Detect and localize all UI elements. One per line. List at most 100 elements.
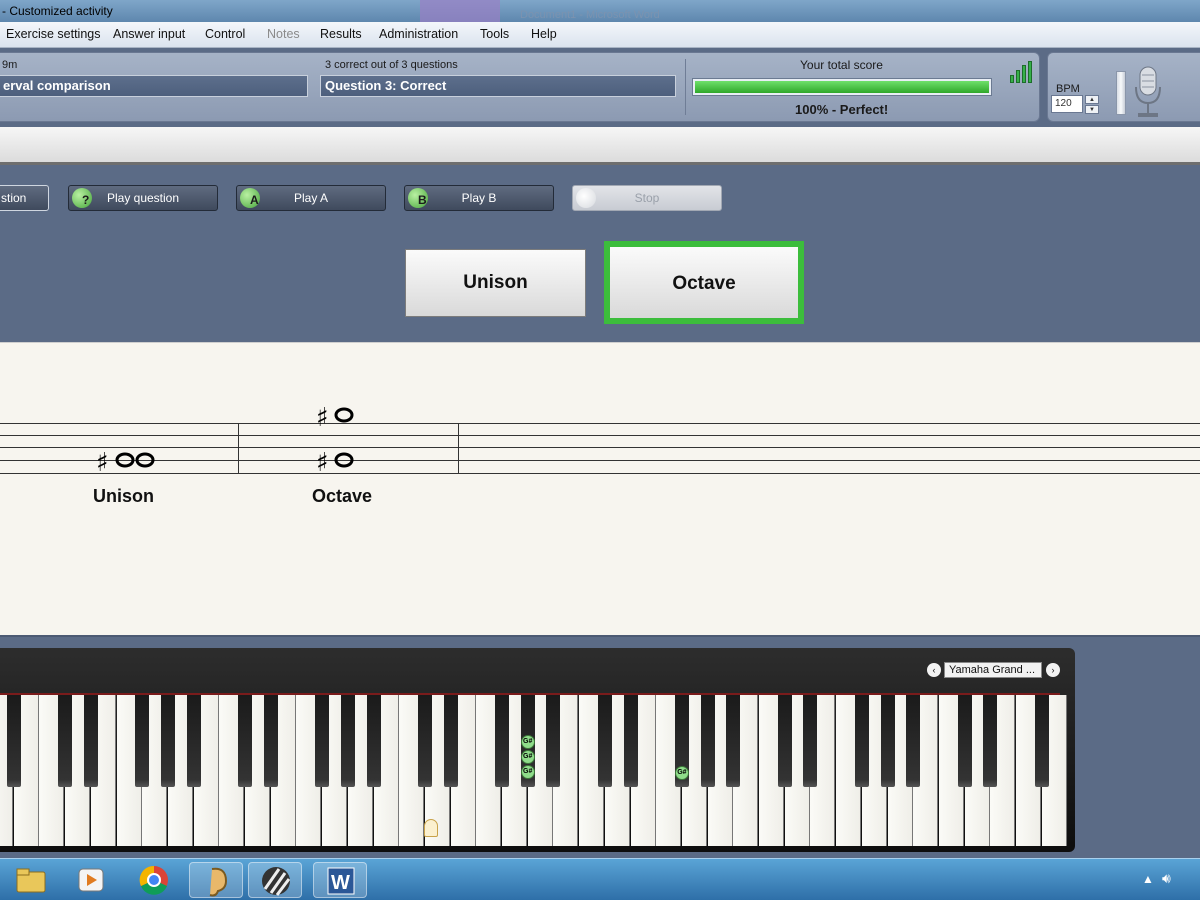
black-key[interactable]	[957, 695, 972, 787]
explorer-taskbar-icon[interactable]	[3, 862, 57, 898]
black-key[interactable]	[83, 695, 98, 787]
menu-exercise-settings[interactable]: Exercise settings	[6, 27, 100, 41]
black-key[interactable]	[417, 695, 432, 787]
signal-bars-icon	[1010, 61, 1034, 83]
prev-instrument-icon[interactable]: ‹	[927, 663, 941, 677]
background-window-tab	[420, 0, 500, 22]
menu-notes[interactable]: Notes	[267, 27, 300, 41]
stripes-app-taskbar-icon[interactable]	[248, 862, 302, 898]
highlighted-key-marker: G#	[520, 750, 535, 764]
highlighted-key-marker: G#	[674, 766, 689, 780]
black-key[interactable]	[726, 695, 741, 787]
black-key[interactable]	[623, 695, 638, 787]
black-key[interactable]	[803, 695, 818, 787]
svg-text:♯: ♯	[316, 448, 329, 478]
chrome-taskbar-icon[interactable]	[127, 862, 181, 898]
word-taskbar-icon[interactable]: W	[313, 862, 367, 898]
black-key[interactable]	[495, 695, 509, 787]
sharp-sign: ♯	[316, 448, 329, 478]
notation-area: ♯ ♯ ♯ Unison Octave	[0, 342, 1200, 637]
menu-administration[interactable]: Administration	[379, 27, 458, 41]
black-key[interactable]	[340, 695, 355, 787]
next-instrument-icon[interactable]: ›	[1046, 663, 1060, 677]
toolbar-strip	[0, 127, 1200, 165]
exercise-name-field: erval comparison	[0, 75, 308, 97]
black-key[interactable]	[546, 695, 561, 787]
instrument-select[interactable]: Yamaha Grand ...	[944, 662, 1042, 678]
black-key[interactable]	[315, 695, 330, 787]
black-key[interactable]	[135, 695, 150, 787]
window-title: - Customized activity	[2, 4, 113, 18]
black-key[interactable]	[443, 695, 458, 787]
bpm-up-button[interactable]: ▲	[1085, 95, 1099, 104]
black-key[interactable]	[777, 695, 792, 787]
menu-results[interactable]: Results	[320, 27, 362, 41]
menu-bar: Exercise settings Answer input Control N…	[0, 22, 1200, 48]
answer-unison-button[interactable]: Unison	[405, 249, 586, 317]
whole-note	[334, 452, 354, 468]
stop-label: Stop	[634, 191, 660, 205]
microphone-icon[interactable]	[1130, 65, 1166, 119]
stop-icon	[576, 188, 596, 208]
volume-icon[interactable]: 🔊︎	[1162, 870, 1171, 887]
menu-tools[interactable]: Tools	[480, 27, 509, 41]
black-key[interactable]	[263, 695, 278, 787]
black-key[interactable]	[854, 695, 869, 787]
bpm-label: BPM	[1056, 83, 1080, 95]
sharp-sign: ♯	[316, 403, 329, 433]
black-key[interactable]	[1034, 695, 1049, 787]
black-key[interactable]	[983, 695, 998, 787]
partial-left-button[interactable]: stion	[0, 185, 49, 211]
menu-control[interactable]: Control	[205, 27, 245, 41]
play-a-icon: A	[240, 188, 260, 208]
notation-symbols: ♯ ♯ ♯	[96, 403, 354, 478]
score-progress-bar	[692, 78, 992, 96]
bpm-panel: BPM 120 ▲ ▼	[1047, 52, 1200, 122]
tray-arrow-icon[interactable]: ▲	[1142, 872, 1154, 886]
piano-keyboard[interactable]: G# G# G# G#	[0, 693, 1067, 846]
play-question-label: Play question	[106, 191, 180, 205]
middle-c-marker-icon	[424, 819, 438, 837]
play-a-label: Play A	[293, 191, 329, 205]
interval-label-octave: Octave	[312, 486, 373, 506]
media-player-taskbar-icon[interactable]	[64, 862, 118, 898]
whole-note	[334, 407, 354, 423]
highlighted-key-marker: G#	[520, 765, 535, 779]
black-key[interactable]	[160, 695, 175, 787]
progress-label: 3 correct out of 3 questions	[325, 59, 458, 71]
sharp-sign: ♯	[96, 448, 109, 478]
black-key[interactable]	[186, 695, 201, 787]
black-key[interactable]	[880, 695, 895, 787]
stop-button[interactable]: Stop	[572, 185, 722, 211]
score-title: Your total score	[800, 58, 883, 72]
black-key[interactable]	[238, 695, 252, 787]
score-progress-fill	[695, 81, 989, 93]
interval-label-unison: Unison	[93, 486, 154, 506]
black-key[interactable]	[700, 695, 715, 787]
volume-slider[interactable]	[1116, 71, 1126, 115]
play-a-button[interactable]: A Play A	[236, 185, 386, 211]
info-panel: 9m erval comparison 3 correct out of 3 q…	[0, 52, 1040, 122]
answer-octave-button[interactable]: Octave	[604, 241, 804, 324]
play-b-button[interactable]: B Play B	[404, 185, 554, 211]
play-b-icon: B	[408, 188, 428, 208]
menu-help[interactable]: Help	[531, 27, 557, 41]
ear-trainer-taskbar-icon[interactable]	[189, 862, 243, 898]
play-question-icon: ?	[72, 188, 92, 208]
play-b-label: Play B	[461, 191, 497, 205]
bpm-input[interactable]: 120	[1051, 95, 1083, 113]
black-key[interactable]	[6, 695, 21, 787]
menu-answer-input[interactable]: Answer input	[113, 27, 185, 41]
play-question-button[interactable]: ? Play question	[68, 185, 218, 211]
taskbar: W ▲ 🔊︎	[0, 858, 1200, 900]
piano-panel: ‹ Yamaha Grand ... › G# G# G# G#	[0, 648, 1075, 852]
whole-note	[135, 452, 155, 468]
bpm-down-button[interactable]: ▼	[1085, 105, 1099, 114]
black-key[interactable]	[906, 695, 921, 787]
title-bar: - Customized activity Document1 - Micros…	[0, 0, 1200, 22]
whole-note	[115, 452, 135, 468]
black-key[interactable]	[597, 695, 612, 787]
black-key[interactable]	[58, 695, 73, 787]
panel-divider	[685, 59, 686, 115]
black-key[interactable]	[366, 695, 381, 787]
